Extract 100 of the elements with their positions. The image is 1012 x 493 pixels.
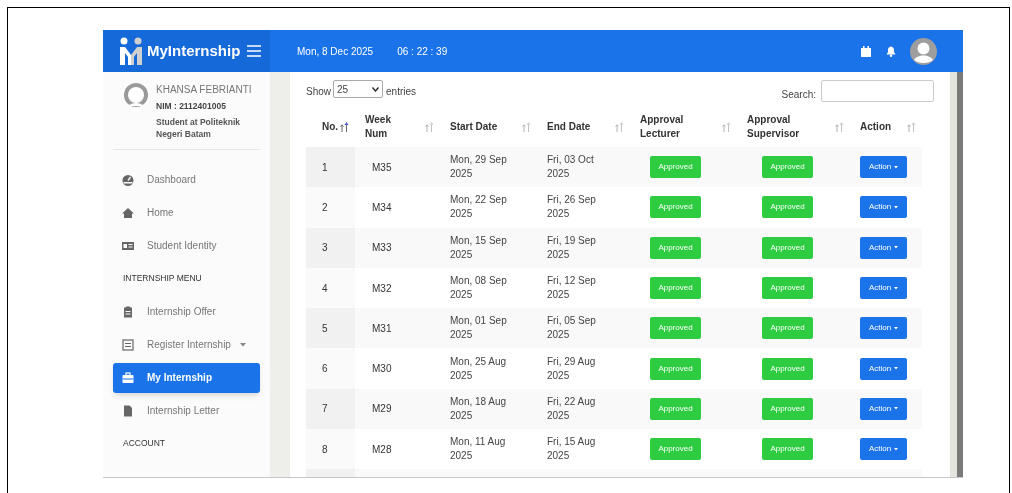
status-badge: Approved bbox=[762, 156, 813, 179]
bell-icon[interactable] bbox=[886, 45, 896, 57]
dashboard-icon bbox=[122, 173, 134, 186]
scrollbar[interactable] bbox=[957, 72, 963, 477]
search-field[interactable] bbox=[821, 80, 934, 102]
status-badge: Approved bbox=[650, 156, 701, 179]
status-badge: Approved bbox=[762, 317, 813, 340]
action-button[interactable]: Action bbox=[860, 277, 907, 300]
status-badge: Approved bbox=[650, 357, 701, 380]
status-badge: Approved bbox=[762, 357, 813, 380]
sidebar-item[interactable]: My Internship bbox=[113, 362, 260, 393]
table-cell: 7 bbox=[322, 403, 328, 415]
table-cell: 5 bbox=[322, 322, 328, 334]
search-label: Search: bbox=[781, 88, 816, 102]
table-cell-text: Fri, 26 Sep 2025 bbox=[547, 193, 597, 222]
sidebar-item[interactable]: Register Internship bbox=[113, 328, 260, 361]
avatar-icon[interactable] bbox=[910, 37, 937, 65]
table-cell: 4 bbox=[322, 282, 328, 294]
action-button[interactable]: Action bbox=[860, 156, 907, 179]
column-header[interactable]: No. bbox=[322, 120, 339, 134]
sidebar-item[interactable]: Student Identity bbox=[113, 229, 260, 262]
table-cell: 2 bbox=[322, 201, 328, 213]
caret-icon bbox=[894, 246, 899, 250]
table-cell: M33 bbox=[372, 242, 392, 254]
column-header[interactable]: End Date bbox=[547, 120, 603, 134]
table-cell-text: Mon, 18 Aug 2025 bbox=[450, 394, 508, 423]
column-header[interactable]: Week Num bbox=[365, 113, 401, 141]
table-cell-text: Fri, 12 Sep 2025 bbox=[547, 274, 597, 303]
status-badge: Approved bbox=[762, 196, 813, 219]
caret-icon bbox=[894, 367, 899, 371]
action-button[interactable]: Action bbox=[860, 397, 907, 420]
status-badge: Approved bbox=[650, 317, 701, 340]
table-cell-text: Mon, 22 Sep 2025 bbox=[450, 193, 508, 222]
action-button[interactable]: Action bbox=[860, 438, 907, 461]
column-header[interactable]: Approval Supervisor bbox=[747, 113, 811, 141]
caret-icon bbox=[894, 205, 899, 209]
user-role: Student at Politeknik Negeri Batam bbox=[156, 115, 242, 140]
caret-icon bbox=[894, 286, 899, 290]
action-button[interactable]: Action bbox=[860, 317, 907, 340]
column-header[interactable]: Start Date bbox=[450, 120, 512, 134]
table-cell-text: Mon, 01 Sep 2025 bbox=[450, 314, 508, 343]
status-badge: Approved bbox=[762, 438, 813, 461]
logo-icon bbox=[119, 37, 143, 65]
id-card-icon bbox=[122, 239, 134, 252]
table-cell: M32 bbox=[372, 282, 392, 294]
clipboard-icon bbox=[122, 305, 134, 318]
sidebar-item[interactable]: Dashboard bbox=[113, 163, 260, 196]
caret-icon bbox=[894, 447, 899, 451]
user-name: KHANSA FEBRIANTI bbox=[156, 83, 253, 97]
action-button[interactable]: Action bbox=[860, 236, 907, 259]
table-cell: M28 bbox=[372, 443, 392, 455]
sort-icon[interactable] bbox=[340, 121, 350, 133]
status-badge: Approved bbox=[650, 277, 701, 300]
table-cell-text: Mon, 15 Sep 2025 bbox=[450, 233, 508, 262]
status-badge: Approved bbox=[650, 397, 701, 420]
show-label: Show bbox=[306, 85, 331, 99]
avatar-icon bbox=[122, 82, 150, 110]
briefcase-icon bbox=[122, 371, 134, 384]
sidebar-item[interactable]: Internship Offer bbox=[113, 295, 260, 328]
status-badge: Approved bbox=[762, 277, 813, 300]
home-icon bbox=[122, 206, 134, 219]
menu-icon[interactable] bbox=[246, 44, 263, 58]
table-cell-text: Mon, 29 Sep 2025 bbox=[450, 153, 508, 182]
page-size-select[interactable]: 25 bbox=[333, 80, 383, 98]
caret-icon bbox=[894, 326, 899, 330]
table-cell-text: Mon, 08 Sep 2025 bbox=[450, 274, 508, 303]
column-header[interactable]: Action bbox=[860, 120, 900, 134]
column-header[interactable]: Approval Lecturer bbox=[640, 113, 698, 141]
status-badge: Approved bbox=[650, 236, 701, 259]
table-cell: M29 bbox=[372, 403, 392, 415]
sidebar-item[interactable]: Internship Letter bbox=[113, 394, 260, 427]
table-cell-text: Fri, 22 Aug 2025 bbox=[547, 394, 597, 423]
current-date: Mon, 8 Dec 2025 bbox=[297, 44, 374, 59]
entries-label: entries bbox=[386, 85, 417, 99]
table-cell: 8 bbox=[322, 443, 328, 455]
caret-icon bbox=[894, 407, 899, 411]
table-cell-text: Fri, 29 Aug 2025 bbox=[547, 354, 597, 383]
status-badge: Approved bbox=[650, 196, 701, 219]
table-cell: M30 bbox=[372, 363, 392, 375]
table-cell-text: Fri, 15 Aug 2025 bbox=[547, 435, 597, 464]
table-cell-text: Fri, 19 Sep 2025 bbox=[547, 233, 597, 262]
calendar-icon[interactable] bbox=[861, 45, 871, 57]
action-button[interactable]: Action bbox=[860, 196, 907, 219]
table-cell-text: Mon, 25 Aug 2025 bbox=[450, 354, 508, 383]
status-badge: Approved bbox=[650, 438, 701, 461]
section-heading: ACCOUNT bbox=[123, 437, 166, 450]
action-button[interactable]: Action bbox=[860, 357, 907, 380]
app-brand: MyInternship bbox=[147, 40, 241, 61]
section-heading: INTERNSHIP MENU bbox=[123, 272, 202, 285]
table-cell: 1 bbox=[322, 161, 328, 173]
sidebar-item[interactable]: Home bbox=[113, 196, 260, 229]
table-cell-text: Fri, 05 Sep 2025 bbox=[547, 314, 597, 343]
table-cell-text: Mon, 11 Aug 2025 bbox=[450, 435, 507, 464]
table-cell: M35 bbox=[372, 161, 392, 173]
user-nim: NIM : 2112401005 bbox=[156, 100, 227, 113]
caret-icon bbox=[894, 165, 899, 169]
table-cell: 6 bbox=[322, 363, 328, 375]
status-badge: Approved bbox=[762, 397, 813, 420]
document-icon bbox=[122, 404, 134, 417]
table-cell: 3 bbox=[322, 242, 328, 254]
